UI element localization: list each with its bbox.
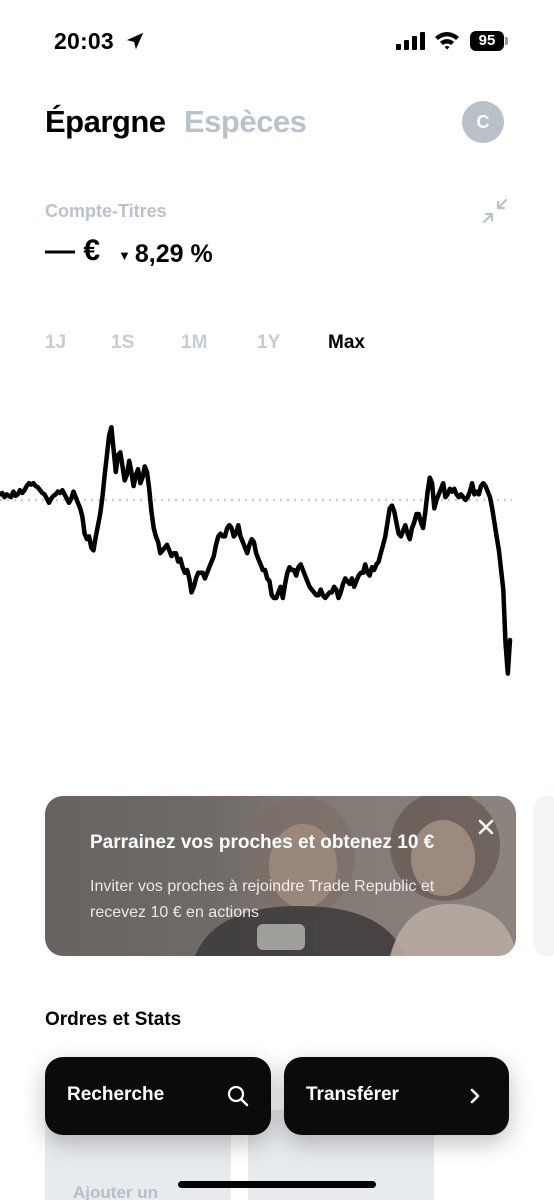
section-title: Ordres et Stats xyxy=(45,1009,182,1030)
chevron-right-icon xyxy=(470,1088,480,1104)
stats-card-label: Ajouter un xyxy=(73,1183,158,1200)
transfer-button-label: Transférer xyxy=(306,1084,399,1105)
collapse-arrows-icon[interactable] xyxy=(480,196,510,226)
promo-text: Inviter vos proches à rejoindre Trade Re… xyxy=(90,878,435,921)
avatar[interactable]: C xyxy=(462,101,504,143)
range-selector: 1J 1S 1M 1Y Max xyxy=(0,332,554,360)
battery-icon: 95 xyxy=(470,31,508,51)
range-1m[interactable]: 1M xyxy=(181,332,207,354)
range-1y[interactable]: 1Y xyxy=(257,332,280,354)
transfer-button[interactable]: Transférer xyxy=(284,1057,509,1135)
range-1j[interactable]: 1J xyxy=(45,332,66,354)
status-bar: 20:03 95 xyxy=(0,0,554,84)
account-value: — € xyxy=(45,234,101,267)
tab-epargne[interactable]: Épargne xyxy=(45,104,166,140)
referral-promo-card[interactable]: Parrainez vos proches et obtenez 10 € In… xyxy=(45,796,516,956)
cellular-signal-icon xyxy=(396,32,425,50)
wifi-icon xyxy=(435,32,459,50)
range-max[interactable]: Max xyxy=(328,332,365,354)
account-change-value: 8,29 % xyxy=(134,240,213,268)
next-promo-card[interactable] xyxy=(533,796,554,956)
battery-level: 95 xyxy=(470,31,504,51)
down-triangle-icon: ▼ xyxy=(118,247,131,263)
search-button[interactable]: Recherche xyxy=(45,1057,271,1135)
search-button-label: Recherche xyxy=(67,1084,165,1105)
promo-title: Parrainez vos proches et obtenez 10 € xyxy=(90,832,435,853)
account-change: ▼ 8,29 % xyxy=(118,240,213,269)
tab-especes[interactable]: Espèces xyxy=(184,104,307,140)
status-time: 20:03 xyxy=(54,28,114,54)
location-arrow-icon xyxy=(126,32,144,50)
chart-line-series xyxy=(0,424,513,676)
performance-chart[interactable] xyxy=(0,400,554,700)
close-icon[interactable] xyxy=(475,816,497,838)
account-label: Compte-Titres xyxy=(45,201,167,221)
range-1s[interactable]: 1S xyxy=(111,332,134,354)
search-icon xyxy=(227,1085,249,1107)
home-indicator[interactable] xyxy=(178,1181,376,1188)
